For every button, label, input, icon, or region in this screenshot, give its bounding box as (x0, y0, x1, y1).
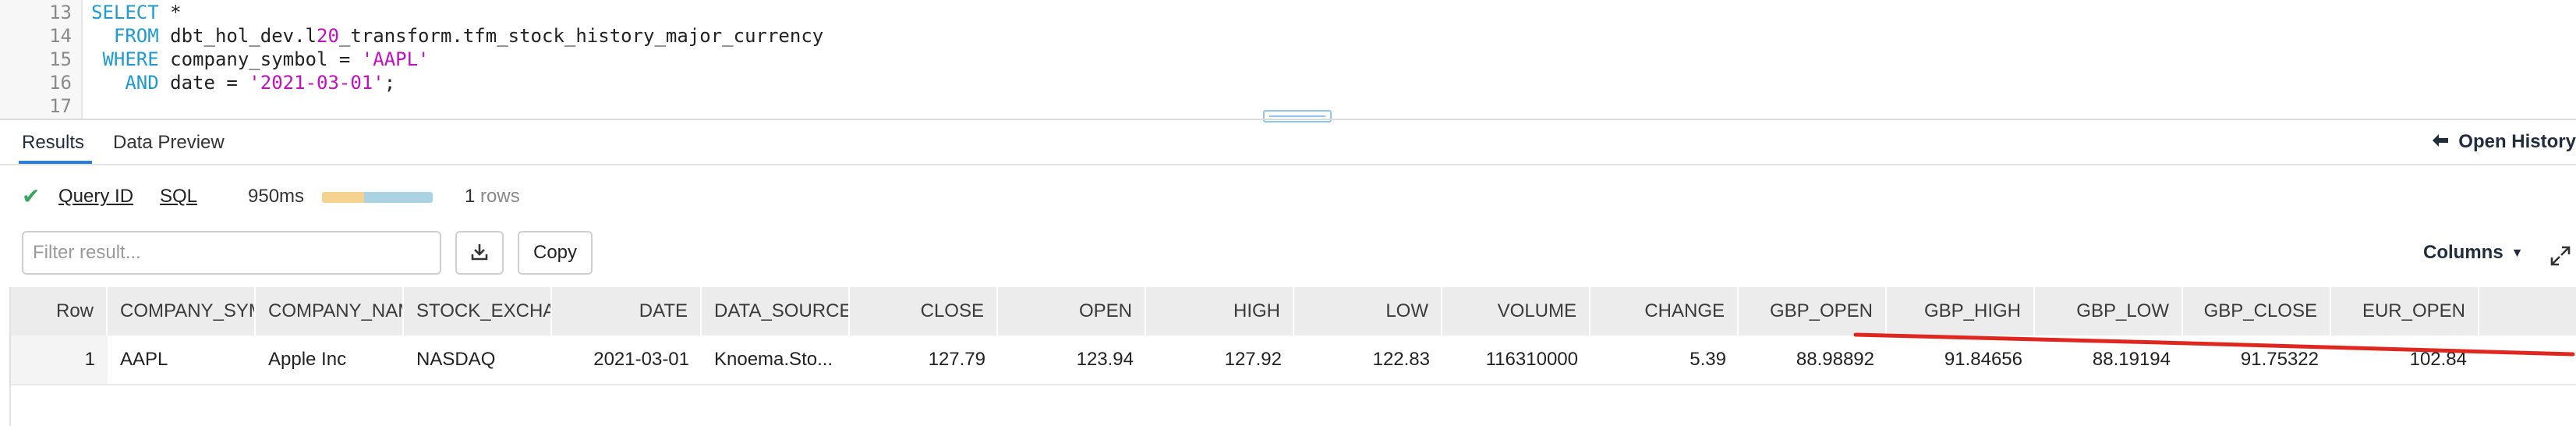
sql-literal: 'AAPL' (361, 48, 430, 70)
row-number-cell[interactable]: 1 (11, 335, 108, 384)
sql-link[interactable]: SQL (160, 181, 197, 212)
sql-literal: 20 (317, 25, 339, 47)
sql-token: dbt_hol_dev.l (158, 25, 317, 47)
column-header-row[interactable]: Row (11, 287, 108, 335)
line-number: 17 (49, 95, 72, 117)
code-text: AND date = '2021-03-01'; (91, 70, 395, 95)
tab-data-preview[interactable]: Data Preview (113, 131, 225, 154)
query-id-link[interactable]: Query ID (58, 181, 133, 212)
column-header-gbp-high[interactable]: GBP_HIGH (1887, 287, 2035, 335)
table-cell[interactable]: 122.83 (1294, 335, 1442, 384)
sql-token: ; (384, 72, 396, 94)
row-count-value: 1 (465, 186, 476, 207)
columns-label: Columns (2423, 242, 2503, 263)
row-count-label: rows (480, 186, 520, 207)
sql-literal: '2021-03-01' (249, 72, 384, 94)
table-cell[interactable]: 123.94 (998, 335, 1146, 384)
line-number: 14 (49, 25, 72, 47)
column-header-high[interactable]: HIGH (1146, 287, 1294, 335)
query-duration: 950ms (248, 186, 305, 207)
table-cell[interactable]: 127.79 (850, 335, 998, 384)
tab-results[interactable]: Results (22, 131, 84, 154)
sql-keyword: WHERE (91, 48, 159, 70)
filter-result-input[interactable] (22, 231, 441, 275)
open-history-label: Open History (2458, 131, 2576, 152)
code-text: SELECT * (91, 0, 182, 25)
column-header-open[interactable]: OPEN (998, 287, 1146, 335)
table-cell[interactable]: AAPL (108, 335, 256, 384)
sql-token: _transform.tfm_stock_history_major_curre… (338, 25, 824, 47)
columns-button[interactable]: Columns ▼ (2423, 242, 2524, 264)
column-header-gbp-open[interactable]: GBP_OPEN (1739, 287, 1887, 335)
column-header-close[interactable]: CLOSE (850, 287, 998, 335)
table-cell[interactable]: Apple Inc (256, 335, 404, 384)
table-header: RowCOMPANY_SYMBOLCOMPANY_NAMESTOCK_EXCHA… (11, 287, 2576, 335)
download-button[interactable] (455, 231, 504, 275)
column-header-gbp-close[interactable]: GBP_CLOSE (2183, 287, 2331, 335)
code-text: FROM dbt_hol_dev.l20_transform.tfm_stock… (91, 23, 823, 48)
line-number: 16 (49, 72, 72, 94)
sql-editor[interactable]: 13 SELECT * 14 FROM dbt_hol_dev.l20_transf… (0, 0, 2576, 122)
column-header-volume[interactable]: VOLUME (1442, 287, 1591, 335)
sql-keyword: AND (91, 72, 159, 94)
red-annotation-underline (1853, 332, 2575, 357)
sql-keyword: SELECT (91, 2, 159, 23)
line-number: 13 (49, 2, 72, 23)
table-cell[interactable]: 116310000 (1442, 335, 1591, 384)
open-history-button[interactable]: Open History (2432, 131, 2576, 153)
column-header-gbp-low[interactable]: GBP_LOW (2035, 287, 2183, 335)
download-icon (469, 242, 490, 264)
duration-bar-compile-segment (322, 192, 364, 203)
code-line[interactable]: 16 AND date = '2021-03-01'; (0, 70, 2576, 95)
query-info-row: ✔ Query ID SQL 950ms 1 rows (0, 181, 2576, 212)
table-cell[interactable]: 127.92 (1146, 335, 1294, 384)
table-cell[interactable]: NASDAQ (404, 335, 552, 384)
column-header-date[interactable]: DATE (552, 287, 702, 335)
column-header-low[interactable]: LOW (1294, 287, 1442, 335)
code-line[interactable]: 13 SELECT * (0, 0, 2576, 25)
table-cell[interactable]: 2021-03-01 (552, 335, 702, 384)
row-count: 1 rows (465, 181, 520, 212)
sql-token: company_symbol = (158, 48, 362, 70)
sql-token: * (158, 2, 182, 23)
code-line[interactable]: 14 FROM dbt_hol_dev.l20_transform.tfm_st… (0, 23, 2576, 48)
table-cell[interactable]: 5.39 (1591, 335, 1739, 384)
check-icon: ✔ (22, 184, 41, 208)
active-tab-indicator (19, 161, 92, 164)
code-text: WHERE company_symbol = 'AAPL' (91, 47, 430, 72)
column-header-data-source-name[interactable]: DATA_SOURCE_NAME (702, 287, 850, 335)
code-line[interactable]: 15 WHERE company_symbol = 'AAPL' (0, 47, 2576, 72)
caret-down-icon: ▼ (2511, 246, 2524, 260)
column-header-company-symbol[interactable]: COMPANY_SYMBOL (108, 287, 256, 335)
column-header-company-name[interactable]: COMPANY_NAME (256, 287, 404, 335)
results-tabs: Results Data Preview Open History (0, 120, 2576, 165)
duration-bar (322, 192, 433, 203)
column-header-stock-exchange[interactable]: STOCK_EXCHANGE (404, 287, 552, 335)
line-number: 15 (49, 48, 72, 70)
expand-icon[interactable] (2549, 245, 2571, 267)
table-cell[interactable]: Knoema.Sto... (702, 335, 850, 384)
copy-button[interactable]: Copy (518, 231, 593, 275)
sql-token: date = (158, 72, 249, 94)
column-header-eur-open[interactable]: EUR_OPEN (2331, 287, 2479, 335)
arrow-left-icon (2432, 131, 2449, 153)
column-header-change[interactable]: CHANGE (1591, 287, 1739, 335)
sql-keyword: FROM (91, 25, 159, 47)
